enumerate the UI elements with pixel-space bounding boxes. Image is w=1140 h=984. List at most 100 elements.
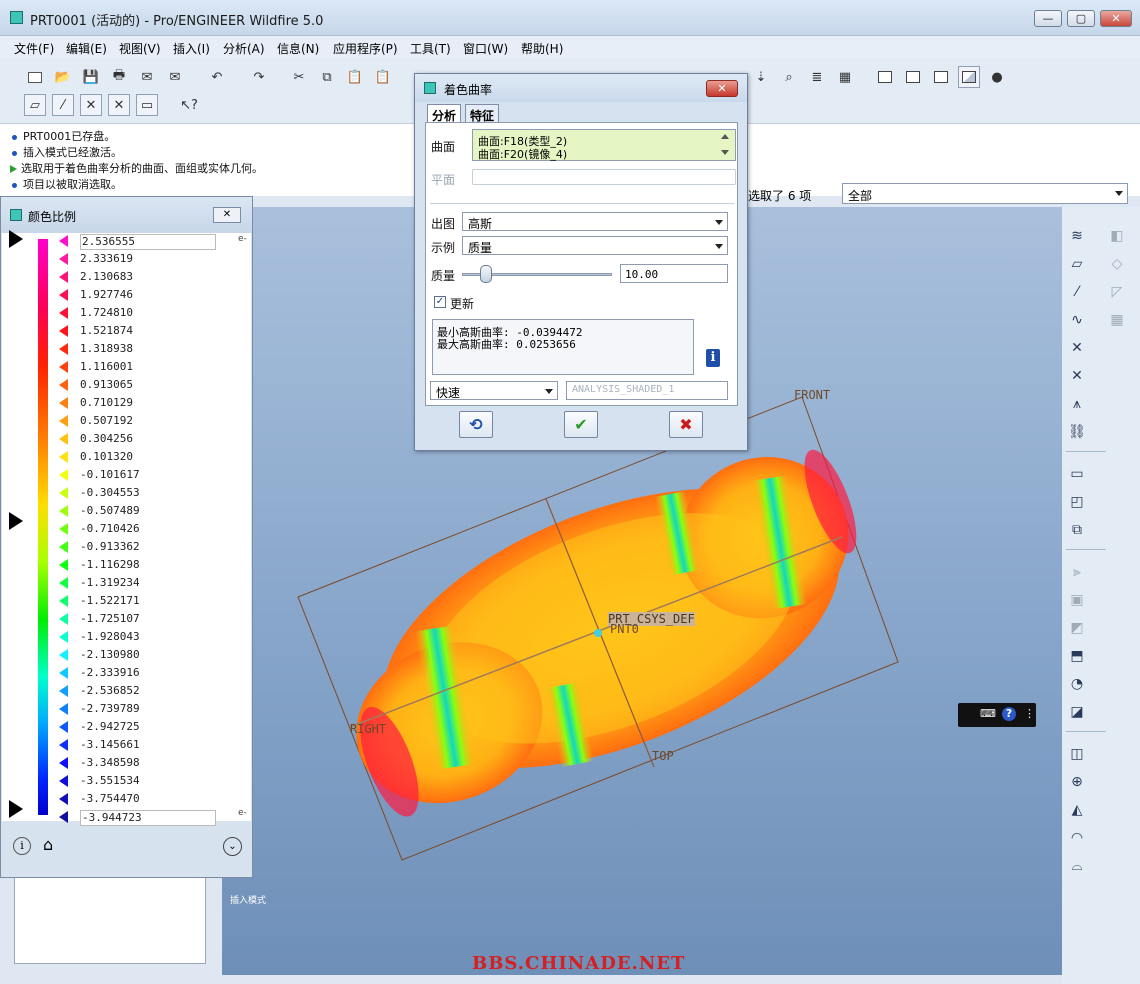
more-icon[interactable]: ⋮: [1024, 707, 1035, 720]
csys-icon[interactable]: ✕: [1066, 365, 1088, 387]
cut-icon[interactable]: ✂: [288, 66, 310, 88]
mirror-icon[interactable]: ◧: [1106, 225, 1128, 247]
menu-applications[interactable]: 应用程序(P): [333, 40, 398, 57]
output-select[interactable]: 高斯: [462, 212, 728, 231]
layers-icon[interactable]: ≣: [806, 66, 828, 88]
close-button[interactable]: ✕: [1100, 10, 1132, 27]
update-checkbox[interactable]: ✓: [434, 296, 446, 308]
variable-section-icon[interactable]: ⊕: [1066, 771, 1088, 793]
lower-limit-marker[interactable]: [9, 800, 23, 818]
boundary-blend-icon[interactable]: ◫: [1066, 743, 1088, 765]
upper-limit-marker[interactable]: [9, 230, 23, 248]
undo-icon[interactable]: ↶: [206, 66, 228, 88]
fill-icon[interactable]: ◭: [1066, 799, 1088, 821]
extrude-icon[interactable]: ⬒: [1066, 645, 1088, 667]
csys-display-icon[interactable]: ✕: [108, 94, 130, 116]
info-icon[interactable]: i: [13, 837, 31, 855]
menu-file[interactable]: 文件(F): [14, 40, 54, 57]
maximize-button[interactable]: ▢: [1067, 10, 1095, 27]
middle-marker[interactable]: [9, 512, 23, 530]
hidden-line-icon[interactable]: [902, 66, 924, 88]
no-hidden-icon[interactable]: [930, 66, 952, 88]
analysis-feature-icon[interactable]: ⩚: [1066, 393, 1088, 415]
repeat-button[interactable]: ⟲: [459, 411, 493, 438]
menu-insert[interactable]: 插入(I): [173, 40, 210, 57]
merge-icon[interactable]: ▣: [1066, 589, 1088, 611]
shape-icon[interactable]: ◇: [1106, 253, 1128, 275]
open-folder-icon[interactable]: 📂: [52, 66, 74, 88]
keyboard-icon[interactable]: ⌨: [980, 707, 996, 720]
datum-point-icon[interactable]: ✕: [1066, 337, 1088, 359]
interactive-surface-icon[interactable]: ◰: [1066, 491, 1088, 513]
sketch-curve-icon[interactable]: ≋: [1066, 225, 1088, 247]
ok-button[interactable]: ✔: [564, 411, 598, 438]
find-icon[interactable]: ⌕: [778, 66, 800, 88]
shading-icon[interactable]: [958, 66, 980, 88]
datum-axis-display-icon[interactable]: ⁄: [52, 94, 74, 116]
menu-help[interactable]: 帮助(H): [521, 40, 563, 57]
chain-icon[interactable]: ⛓: [1066, 421, 1088, 443]
style-icon[interactable]: ▭: [1066, 463, 1088, 485]
corner-icon[interactable]: ◸: [1106, 281, 1128, 303]
regenerate-icon[interactable]: ⇣: [750, 66, 772, 88]
scale-value[interactable]: 2.536555: [80, 234, 216, 250]
appearance-icon[interactable]: ●: [986, 66, 1008, 88]
new-file-icon[interactable]: [24, 66, 46, 88]
email-link-icon[interactable]: ✉: [164, 66, 186, 88]
surface-item[interactable]: 曲面:F20(镜像_4): [478, 146, 567, 162]
view-manager-icon[interactable]: ▦: [834, 66, 856, 88]
display-select[interactable]: 质量: [462, 236, 728, 255]
datum-point-display-icon[interactable]: ✕: [80, 94, 102, 116]
selection-filter-select[interactable]: 全部: [842, 183, 1128, 204]
dialog-close-button[interactable]: ✕: [706, 80, 738, 97]
quality-input[interactable]: 10.00: [620, 264, 728, 283]
shaded-curvature-dialog: 着色曲率 ✕ 分析 特征 曲面 曲面:F18(类型_2) 曲面:F20(镜像_4…: [414, 73, 748, 451]
paste-icon[interactable]: 📋: [344, 66, 366, 88]
menu-view[interactable]: 视图(V): [119, 40, 161, 57]
trim-icon[interactable]: ◩: [1066, 617, 1088, 639]
annotation-display-icon[interactable]: ▭: [136, 94, 158, 116]
freestyle-icon[interactable]: ◠: [1066, 827, 1088, 849]
copy-geometry-icon[interactable]: ⧉: [1066, 519, 1088, 541]
datum-curve-icon[interactable]: ∿: [1066, 309, 1088, 331]
revolve-icon[interactable]: ◔: [1066, 673, 1088, 695]
wireframe-icon[interactable]: [874, 66, 896, 88]
paste-special-icon[interactable]: 📋: [372, 66, 394, 88]
surface-collector[interactable]: 曲面:F18(类型_2) 曲面:F20(镜像_4): [472, 129, 736, 161]
color-scale-close-button[interactable]: ✕: [213, 207, 241, 223]
print-icon[interactable]: 🖶: [108, 66, 130, 88]
datum-plane-icon[interactable]: ▱: [1066, 253, 1088, 275]
tab-feature[interactable]: 特征: [465, 104, 500, 123]
help-icon[interactable]: ?: [1002, 707, 1016, 721]
datum-axis-icon[interactable]: ⁄: [1066, 281, 1088, 303]
minimize-button[interactable]: —: [1034, 10, 1062, 27]
scroll-up-icon[interactable]: [721, 134, 729, 139]
warp-icon[interactable]: ⌓: [1066, 855, 1088, 877]
info-icon[interactable]: i: [706, 349, 720, 367]
analysis-name-field[interactable]: ANALYSIS_SHADED_1: [566, 381, 728, 400]
cancel-button[interactable]: ✖: [669, 411, 703, 438]
menu-info[interactable]: 信息(N): [277, 40, 319, 57]
compute-mode-select[interactable]: 快速: [430, 381, 558, 400]
redo-icon[interactable]: ↷: [248, 66, 270, 88]
grid-icon[interactable]: ▦: [1106, 309, 1128, 331]
datum-plane-display-icon[interactable]: ▱: [24, 94, 46, 116]
navigator-tree[interactable]: [14, 871, 206, 964]
sweep-icon[interactable]: ◪: [1066, 701, 1088, 723]
home-icon[interactable]: ⌂: [43, 835, 53, 854]
menu-window[interactable]: 窗口(W): [463, 40, 508, 57]
quality-slider-handle[interactable]: [480, 265, 492, 283]
chevron-down-circle-icon[interactable]: ⌄: [223, 837, 242, 856]
mirror-surface-icon[interactable]: ⫸: [1066, 561, 1088, 583]
save-icon[interactable]: 💾: [80, 66, 102, 88]
scroll-down-icon[interactable]: [721, 150, 729, 155]
menu-edit[interactable]: 编辑(E): [66, 40, 107, 57]
menu-tools[interactable]: 工具(T): [410, 40, 451, 57]
email-icon[interactable]: ✉: [136, 66, 158, 88]
tab-analysis[interactable]: 分析: [427, 104, 462, 123]
copy-icon[interactable]: ⧉: [316, 66, 338, 88]
menu-analysis[interactable]: 分析(A): [223, 40, 265, 57]
plane-collector[interactable]: [472, 169, 736, 185]
scale-tick: [59, 685, 68, 697]
context-help-icon[interactable]: ↖?: [178, 94, 200, 116]
